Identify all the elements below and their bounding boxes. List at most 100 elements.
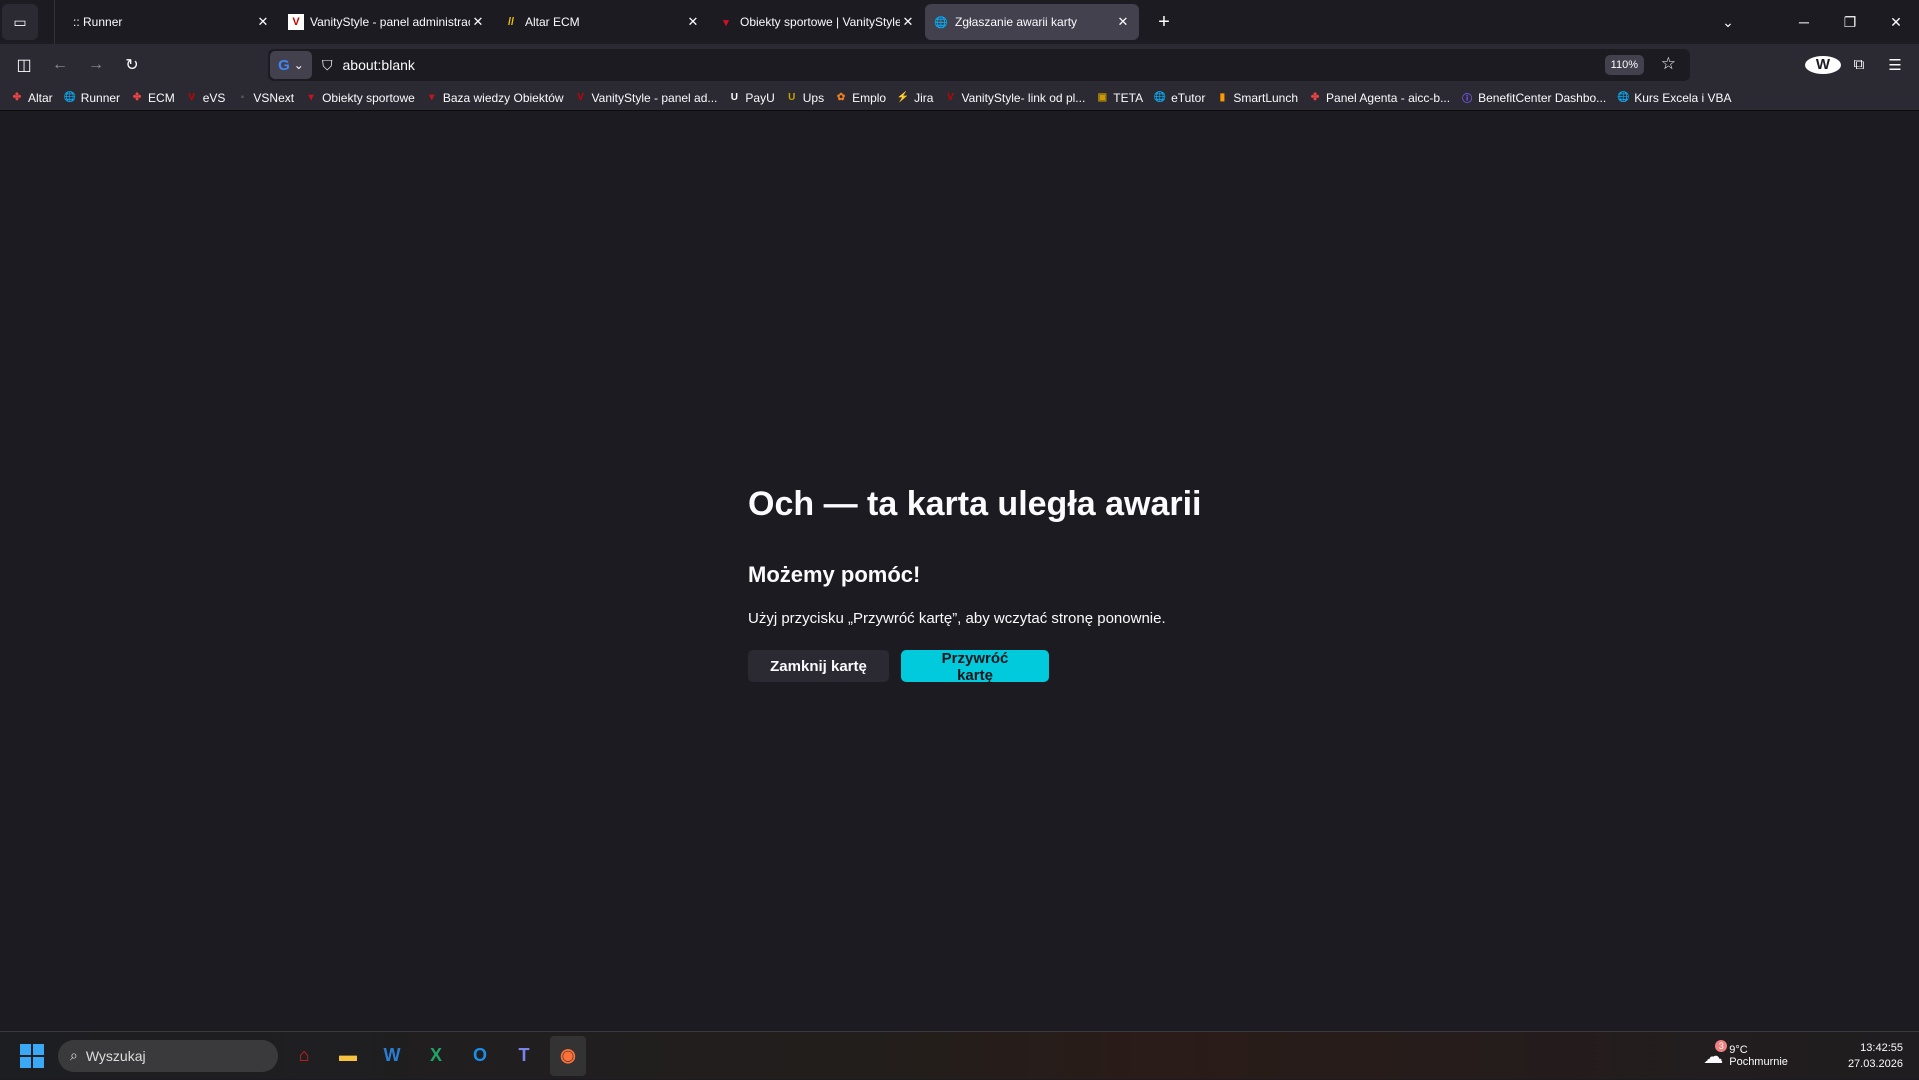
- bookmark-favicon-icon: ▪: [240, 92, 245, 103]
- bookmark-label: Baza wiedzy Obiektów: [442, 90, 564, 105]
- weather-desc: Pochmurnie: [1729, 1056, 1788, 1068]
- close-tab-icon[interactable]: ✕: [470, 14, 486, 30]
- bookmark-label: VSNext: [253, 90, 295, 105]
- bookmark-item[interactable]: ⓘ BenefitCenter Dashbo...: [1460, 91, 1606, 106]
- tab-title: :: Runner: [73, 15, 123, 29]
- list-tabs-icon[interactable]: ⌄: [1705, 14, 1751, 31]
- bookmark-favicon-icon: ▣: [1097, 92, 1108, 103]
- tab-runner[interactable]: :: Runner ✕: [65, 4, 279, 40]
- bookmark-item[interactable]: ✤ ECM: [130, 91, 175, 105]
- taskbar-search[interactable]: ⌕ Wyszukaj: [58, 1039, 278, 1072]
- bookmark-star-icon[interactable]: ☆: [1661, 54, 1676, 74]
- bookmark-favicon-icon: V: [577, 92, 584, 103]
- close-tab-icon[interactable]: ✕: [685, 14, 701, 30]
- window-controls: ⌄ ─ ❐ ✕: [1705, 0, 1919, 44]
- bookmark-favicon-icon: U: [730, 92, 739, 103]
- search-engine-button[interactable]: G ⌄: [270, 51, 312, 79]
- close-tab-button[interactable]: Zamknij kartę: [748, 650, 889, 682]
- google-icon: G: [278, 56, 290, 74]
- globe-alert-icon: 🌐: [934, 16, 948, 29]
- close-tab-icon[interactable]: ✕: [900, 14, 916, 30]
- bookmark-label: Ups: [802, 90, 825, 105]
- restore-tab-button[interactable]: Przywróć kartę: [901, 650, 1049, 684]
- bookmark-label: VanityStyle- link od pl...: [961, 90, 1086, 105]
- reload-button[interactable]: ↻: [114, 55, 150, 75]
- bookmark-item[interactable]: ✿ Emplo: [834, 91, 886, 105]
- weather-widget[interactable]: ☁ 3 9°C Pochmurnie: [1703, 1039, 1788, 1069]
- chevron-down-icon: ⌄: [293, 58, 304, 72]
- bookmark-item[interactable]: ▮ SmartLunch: [1215, 91, 1298, 105]
- file-explorer-icon[interactable]: ▬: [330, 1036, 366, 1076]
- divider: [54, 0, 55, 44]
- bookmark-item[interactable]: ✤ Panel Agenta - aicc-b...: [1308, 91, 1450, 105]
- bookmark-item[interactable]: U PayU: [727, 90, 775, 105]
- tab-manager-button[interactable]: ▭: [2, 4, 38, 40]
- bookmark-item[interactable]: ▾ Obiekty sportowe: [304, 91, 415, 105]
- clock[interactable]: 13:42:55 27.03.2026: [1848, 1040, 1903, 1072]
- bookmark-item[interactable]: ▣ TETA: [1095, 91, 1144, 105]
- bookmark-item[interactable]: V VanityStyle - panel ad...: [574, 90, 718, 105]
- bookmark-favicon-icon: ✤: [12, 92, 22, 103]
- bookmark-label: Emplo: [852, 90, 887, 105]
- bookmark-favicon-icon: 🌐: [63, 92, 76, 103]
- bookmark-item[interactable]: VeVS: [185, 91, 225, 105]
- bookmark-favicon-icon: ✤: [132, 92, 142, 103]
- bookmark-item[interactable]: 🌐 eTutor: [1153, 91, 1205, 105]
- bookmark-item[interactable]: ✤ Altar: [10, 91, 53, 105]
- tab-bar: ▭ :: Runner ✕ V VanityStyle - panel admini…: [0, 0, 1919, 44]
- bookmark-label: PayU: [745, 90, 775, 105]
- search-placeholder: Wyszukaj: [85, 1047, 146, 1064]
- vs-icon: V: [288, 14, 304, 30]
- bookmark-item[interactable]: 🌐 Runner: [63, 91, 120, 105]
- tab-obiekty-sportowe[interactable]: ▾ Obiekty sportowe | VanityStyle.pl ✕: [710, 4, 924, 40]
- bookmark-favicon-icon: ✿: [836, 92, 846, 103]
- bookmark-favicon-icon: 🌐: [1153, 92, 1167, 103]
- tab-crash-report[interactable]: 🌐 Zgłaszanie awarii karty ✕: [925, 4, 1139, 40]
- extensions-icon[interactable]: ⧉: [1841, 56, 1877, 73]
- close-tab-icon[interactable]: ✕: [255, 14, 271, 30]
- home-app-icon[interactable]: ⌂: [286, 1036, 322, 1076]
- weather-temp: 9°C: [1729, 1044, 1748, 1056]
- tab-title: Obiekty sportowe | VanityStyle.pl: [740, 15, 900, 29]
- account-w-icon[interactable]: W: [1805, 55, 1841, 74]
- bookmark-label: SmartLunch: [1233, 90, 1299, 105]
- bookmark-favicon-icon: 🌐: [1616, 92, 1630, 103]
- menu-icon[interactable]: ☰: [1877, 56, 1913, 74]
- bookmark-item[interactable]: ⚡ Jira: [896, 91, 934, 105]
- bookmark-label: Kurs Excela i VBA: [1634, 90, 1732, 105]
- teams-icon[interactable]: T: [506, 1036, 542, 1076]
- firefox-icon[interactable]: ◉: [550, 1035, 586, 1076]
- bookmark-item[interactable]: 🌐 Kurs Excela i VBA: [1616, 90, 1732, 105]
- page-subtitle: Możemy pomóc!: [748, 562, 921, 587]
- tab-altar-ecm[interactable]: // Altar ECM ✕: [495, 4, 709, 40]
- word-icon[interactable]: W: [374, 1036, 410, 1076]
- excel-icon[interactable]: X: [418, 1036, 454, 1076]
- bookmark-item[interactable]: V VanityStyle- link od pl...: [943, 91, 1085, 105]
- bookmark-favicon-icon: V: [188, 92, 196, 103]
- bookmark-item[interactable]: ▪ VSNext: [235, 91, 294, 105]
- url-text[interactable]: about:blank: [343, 57, 415, 73]
- sidebar-toggle-icon[interactable]: ◫: [6, 55, 42, 75]
- bookmark-label: Runner: [80, 90, 121, 105]
- zoom-level-button[interactable]: 110%: [1604, 55, 1644, 75]
- bookmark-favicon-icon: ▾: [308, 92, 314, 103]
- clock-time: 13:42:55: [1860, 1042, 1903, 1054]
- tab-vanitystyle-admin[interactable]: V VanityStyle - panel administracyjny✕: [280, 4, 494, 40]
- restore-button[interactable]: ❐: [1827, 14, 1873, 31]
- bookmark-label: VanityStyle - panel ad...: [591, 90, 718, 105]
- new-tab-button[interactable]: +: [1152, 11, 1176, 34]
- altar-icon: //: [507, 16, 515, 28]
- close-tab-icon[interactable]: ✕: [1115, 14, 1131, 30]
- bookmark-item[interactable]: U Ups: [785, 91, 824, 105]
- close-window-button[interactable]: ✕: [1873, 14, 1919, 31]
- nav-bar: ◫ ← → ↻ G ⌄ ⛉ about:blank 110% ☆ W ⧉ ☰: [0, 44, 1919, 85]
- shield-icon[interactable]: ⛉: [322, 57, 333, 74]
- outlook-icon[interactable]: O: [462, 1036, 498, 1076]
- forward-button[interactable]: →: [78, 56, 114, 74]
- minimize-button[interactable]: ─: [1781, 14, 1827, 30]
- back-button[interactable]: ←: [42, 56, 78, 74]
- bookmark-item[interactable]: ▾ Baza wiedzy Obiektów: [425, 90, 564, 105]
- bookmark-favicon-icon: V: [947, 92, 954, 103]
- start-button[interactable]: [20, 1043, 44, 1068]
- url-bar[interactable]: G ⌄ ⛉ about:blank 110% ☆: [268, 49, 1690, 81]
